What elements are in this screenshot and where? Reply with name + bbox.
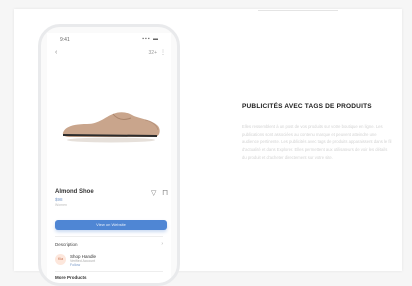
divider [55,236,163,237]
shoe-product-image [62,112,160,143]
bookmark-icon[interactable]: ⊓ [162,188,168,197]
signal-battery-icon: ▪▪▪ ▬ [142,36,159,42]
top-divider [258,10,338,11]
phone-screen: 9:41 ▪▪▪ ▬ ‹ 32+ ⋮ Almond Shoe $98 Women… [47,33,171,283]
seller-follow-link[interactable]: Follow [70,263,80,267]
product-nav-bar: ‹ 32+ ⋮ [47,47,171,61]
product-price: $98 [55,197,63,202]
filter-icon[interactable]: ▽ [151,189,156,197]
product-name: Almond Shoe [55,189,94,195]
view-on-website-button[interactable]: View on Website [55,220,167,230]
avatar[interactable]: Kia [55,254,66,265]
description-label: Description [55,242,78,247]
back-chevron-icon[interactable]: ‹ [55,49,57,56]
more-products-label: More Products [55,275,87,280]
product-subtitle: Women [55,203,67,207]
status-bar: 9:41 ▪▪▪ ▬ [47,33,171,45]
more-options-icon[interactable]: ⋮ [160,49,166,56]
divider [55,271,163,272]
section-body-text: Elles ressemblent à un post de vos produ… [242,124,392,160]
section-headline: PUBLICITÉS AVEC TAGS DE PRODUITS [242,103,372,110]
chevron-right-icon[interactable]: › [161,241,163,247]
phone-mockup: 9:41 ▪▪▪ ▬ ‹ 32+ ⋮ Almond Shoe $98 Women… [38,24,180,286]
status-time: 9:41 [60,37,70,43]
price-chip: 32+ [148,50,157,56]
